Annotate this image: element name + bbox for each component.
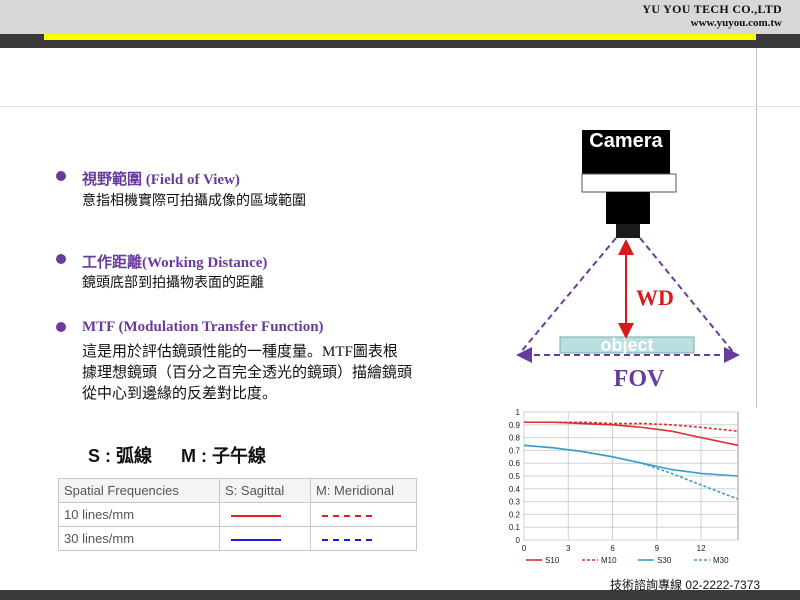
y-tick-label: 0.5 [509,472,521,481]
y-tick-label: 0.2 [509,510,521,519]
table-cell [219,502,311,527]
legend-label: M30 [713,556,729,565]
sm-legend: S : 弧線 M : 子午線 [88,442,290,468]
header-yellow-bar [44,34,756,40]
y-tick-label: 0.1 [509,523,521,532]
camera-mount [581,173,677,193]
title-divider [0,106,800,107]
x-tick-label: 9 [655,544,660,553]
table-row: 10 lines/mm [58,502,417,527]
mtf-chart: 0 0.1 0.2 0.3 0.4 0.5 0.6 0.7 0.8 0.9 1 0 3 6 9 12 S10 M1… [509,408,739,565]
company-info: YU YOU TECH CO.,LTD www.yuyou.com.tw [642,2,782,29]
legend-label: S30 [657,556,672,565]
table-cell: 30 lines/mm [58,526,220,551]
bullet-dot [56,322,66,332]
sagittal-10-swatch [231,514,281,517]
footer-bar [0,590,800,600]
x-tick-label: 3 [566,544,571,553]
table-cell: 10 lines/mm [58,502,220,527]
fov-label: FOV [614,366,665,392]
table-header: Spatial Frequencies [58,478,220,503]
sagittal-label: S : 弧線 [88,446,153,466]
x-tick-label: 6 [610,544,615,553]
meridional-10-swatch [322,514,372,517]
bullet-dot [56,171,66,181]
meridional-label: M : 子午線 [181,446,267,466]
company-website: www.yuyou.com.tw [690,17,782,29]
lens-tip [616,224,640,238]
bullet-desc-wd: 鏡頭底部到拍攝物表面的距離 [82,274,264,290]
sagittal-30-swatch [231,538,281,541]
table-header: M: Meridional [310,478,417,503]
table-header: S: Sagittal [219,478,311,503]
table-cell [219,526,311,551]
x-tick-label: 0 [522,544,527,553]
camera-label: Camera [589,130,663,152]
y-tick-label: 0.6 [509,459,521,468]
frequency-table: Spatial Frequencies S: Sagittal M: Merid… [58,478,417,551]
table-cell [310,502,417,527]
x-tick-label: 12 [697,544,706,553]
bullet-title-wd: 工作距離(Working Distance) [82,255,268,271]
bullet-desc-fov: 意指相機實際可拍攝成像的區域範圍 [82,192,306,208]
legend-label: S10 [545,556,560,565]
object-label: object [600,335,653,355]
y-tick-label: 0.9 [509,421,521,430]
bullet-title-fov: 視野範圍 (Field of View) [82,172,240,188]
y-tick-label: 0 [516,536,521,545]
table-header-row: Spatial Frequencies S: Sagittal M: Merid… [58,478,417,503]
legend-label: M10 [601,556,617,565]
fov-wd-diagram: Camera object WD FOV [516,130,740,392]
y-tick-label: 0.4 [509,485,521,494]
wd-label: WD [636,285,674,310]
meridional-30-swatch [322,538,372,541]
company-name: YU YOU TECH CO.,LTD [642,2,782,16]
y-tick-label: 1 [516,408,521,417]
bullet-dot [56,254,66,264]
table-row: 30 lines/mm [58,526,417,551]
table-cell [310,526,417,551]
bullet-title-mtf: MTF (Modulation Transfer Function) [82,319,324,335]
lens-body [606,192,650,224]
y-tick-label: 0.7 [509,446,521,455]
y-tick-label: 0.8 [509,434,521,443]
y-tick-label: 0.3 [509,498,521,507]
bullet-desc-mtf: 這是用於評估鏡頭性能的一種度量。MTF圖表根據理想鏡頭（百分之百完全透光的鏡頭）… [82,344,413,402]
